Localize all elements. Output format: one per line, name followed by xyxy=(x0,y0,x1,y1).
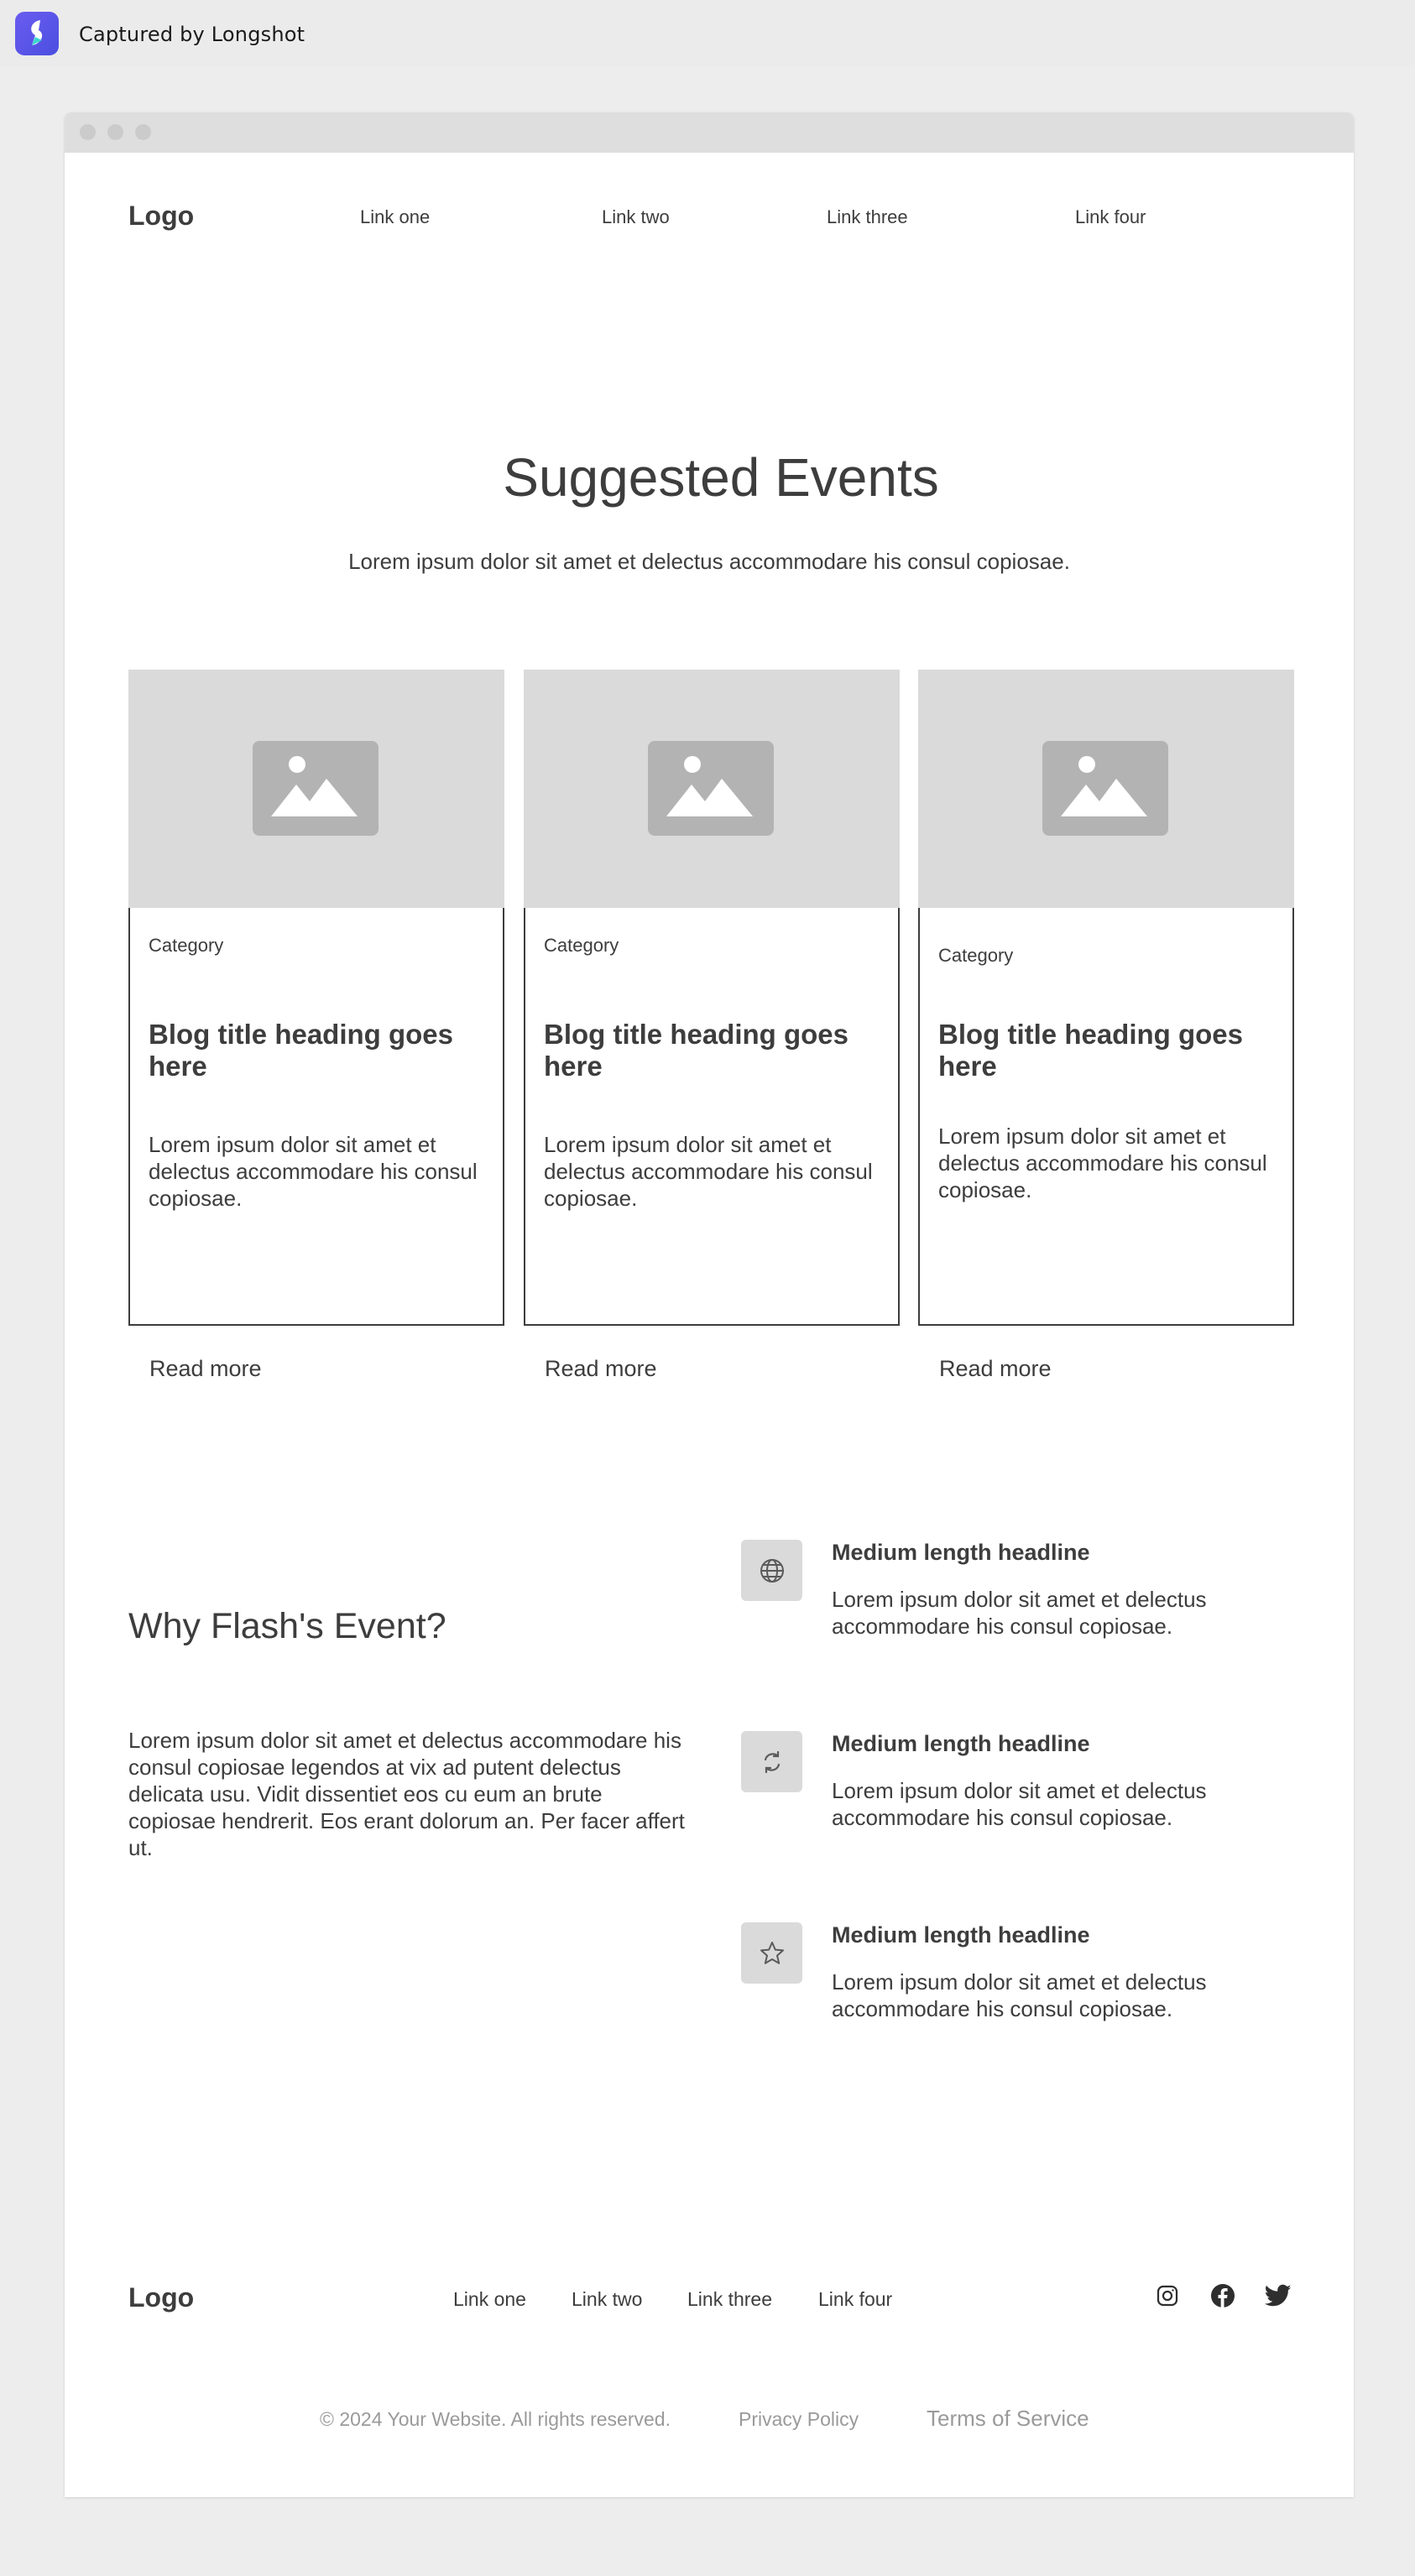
nav-link-one[interactable]: Link one xyxy=(360,206,430,228)
nav-link-two[interactable]: Link two xyxy=(602,206,670,228)
terms-of-service-link[interactable]: Terms of Service xyxy=(927,2406,1089,2432)
footer-logo[interactable]: Logo xyxy=(128,2282,194,2313)
nav-link-three[interactable]: Link three xyxy=(827,206,908,228)
feature-body: Lorem ipsum dolor sit amet et delectus a… xyxy=(832,1778,1207,1830)
window-maximize-dot[interactable] xyxy=(135,124,151,140)
window-titlebar xyxy=(65,112,1354,153)
window-close-dot[interactable] xyxy=(80,124,96,140)
facebook-icon[interactable] xyxy=(1209,2281,1237,2310)
card-image xyxy=(524,670,900,908)
event-card-2[interactable]: Category Blog title heading goes here Lo… xyxy=(524,670,900,1326)
nav-logo[interactable]: Logo xyxy=(128,201,194,232)
card-image xyxy=(918,670,1294,908)
globe-icon xyxy=(741,1540,802,1601)
twitter-icon[interactable] xyxy=(1264,2281,1292,2310)
card-body: Lorem ipsum dolor sit amet et delectus a… xyxy=(544,1132,873,1211)
capture-bar: Captured by Longshot xyxy=(0,0,1415,67)
card-image xyxy=(128,670,504,908)
card-title[interactable]: Blog title heading goes here xyxy=(149,1019,484,1082)
footer-link-two[interactable]: Link two xyxy=(572,2288,642,2311)
feature-body: Lorem ipsum dolor sit amet et delectus a… xyxy=(832,1969,1207,2021)
footer-link-one[interactable]: Link one xyxy=(453,2288,526,2311)
feature-headline: Medium length headline xyxy=(832,1731,1090,1756)
image-placeholder-icon xyxy=(253,741,379,836)
card-category: Category xyxy=(149,935,224,956)
nav-link-four[interactable]: Link four xyxy=(1075,206,1146,228)
image-placeholder-icon xyxy=(648,741,774,836)
longshot-logo-icon xyxy=(15,12,59,55)
hero-title: Suggested Events xyxy=(503,447,939,508)
feature-body: Lorem ipsum dolor sit amet et delectus a… xyxy=(832,1587,1207,1639)
event-card-3[interactable]: Category Blog title heading goes here Lo… xyxy=(918,670,1294,1326)
card-body: Lorem ipsum dolor sit amet et delectus a… xyxy=(938,1124,1267,1202)
capture-label: Captured by Longshot xyxy=(79,23,305,46)
card-category: Category xyxy=(544,935,619,956)
card-title[interactable]: Blog title heading goes here xyxy=(938,1019,1274,1082)
instagram-icon[interactable] xyxy=(1153,2281,1182,2310)
footer-link-three[interactable]: Link three xyxy=(687,2288,772,2311)
refresh-icon xyxy=(741,1731,802,1792)
feature-headline: Medium length headline xyxy=(832,1540,1090,1565)
hero-subtitle: Lorem ipsum dolor sit amet et delectus a… xyxy=(348,549,1070,574)
feature-headline: Medium length headline xyxy=(832,1922,1090,1948)
card-title[interactable]: Blog title heading goes here xyxy=(544,1019,880,1082)
footer-link-four[interactable]: Link four xyxy=(818,2288,892,2311)
event-card-1[interactable]: Category Blog title heading goes here Lo… xyxy=(128,670,504,1326)
image-placeholder-icon xyxy=(1042,741,1168,836)
star-icon xyxy=(741,1922,802,1984)
copyright-text: © 2024 Your Website. All rights reserved… xyxy=(320,2408,671,2430)
privacy-policy-link[interactable]: Privacy Policy xyxy=(739,2408,859,2431)
card-2-read-more-link[interactable]: Read more xyxy=(545,1356,657,1382)
card-category: Category xyxy=(938,945,1014,966)
why-title: Why Flash's Event? xyxy=(128,1606,446,1646)
browser-window: Logo Link one Link two Link three Link f… xyxy=(65,112,1354,2497)
card-body: Lorem ipsum dolor sit amet et delectus a… xyxy=(149,1132,478,1211)
card-1-read-more-link[interactable]: Read more xyxy=(149,1356,262,1382)
card-3-read-more-link[interactable]: Read more xyxy=(939,1356,1052,1382)
window-minimize-dot[interactable] xyxy=(107,124,123,140)
why-body: Lorem ipsum dolor sit amet et delectus a… xyxy=(128,1728,685,1860)
